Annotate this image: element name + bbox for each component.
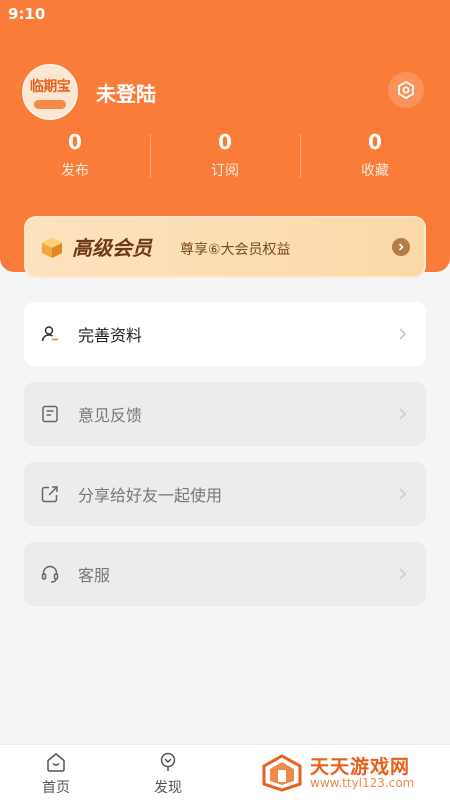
avatar[interactable]: 临期宝 bbox=[22, 64, 78, 120]
menu-item-support[interactable]: 客服 bbox=[24, 542, 426, 606]
watermark-url: www.ttyl123.com bbox=[310, 776, 415, 790]
share-icon bbox=[40, 484, 60, 504]
status-time: 9:10 bbox=[8, 5, 46, 23]
menu-label: 客服 bbox=[78, 566, 111, 585]
stat-favorite-value: 0 bbox=[368, 130, 382, 154]
menu-item-feedback[interactable]: 意见反馈 bbox=[24, 382, 426, 446]
settings-button[interactable] bbox=[388, 72, 424, 108]
chevron-right-icon bbox=[399, 328, 407, 340]
vip-card[interactable]: 高级会员 尊享⑥大会员权益 bbox=[24, 216, 426, 278]
chevron-right-icon bbox=[398, 243, 404, 251]
vip-crown-icon bbox=[42, 238, 62, 258]
stat-favorite-label: 收藏 bbox=[361, 163, 389, 179]
vip-arrow-icon[interactable] bbox=[392, 238, 410, 256]
settings-hex-icon bbox=[398, 80, 414, 100]
chevron-right-icon bbox=[399, 408, 407, 420]
stat-publish-value: 0 bbox=[68, 130, 82, 154]
chevron-right-icon bbox=[399, 488, 407, 500]
vip-desc: 尊享⑥大会员权益 bbox=[180, 242, 291, 258]
watermark-title: 天天游戏网 bbox=[310, 756, 411, 778]
avatar-text: 临期宝 bbox=[29, 79, 71, 95]
stat-favorite[interactable]: 0 收藏 bbox=[300, 130, 450, 180]
home-icon bbox=[26, 751, 86, 773]
menu-label: 意见反馈 bbox=[78, 406, 143, 425]
tab-label: 首页 bbox=[42, 780, 70, 796]
menu-label: 完善资料 bbox=[78, 326, 143, 345]
user-edit-icon bbox=[40, 324, 60, 344]
menu-item-share[interactable]: 分享给好友一起使用 bbox=[24, 462, 426, 526]
tab-home[interactable]: 首页 bbox=[26, 751, 86, 797]
feedback-icon bbox=[40, 404, 60, 424]
stat-divider bbox=[150, 134, 151, 178]
headset-icon bbox=[40, 564, 60, 584]
tab-label: 发现 bbox=[154, 780, 182, 796]
stat-publish[interactable]: 0 发布 bbox=[0, 130, 150, 180]
username[interactable]: 未登陆 bbox=[96, 78, 156, 107]
vip-title: 高级会员 bbox=[72, 236, 152, 260]
tab-discover[interactable]: 发现 bbox=[138, 751, 198, 797]
stat-publish-label: 发布 bbox=[61, 163, 89, 179]
stat-subscribe-value: 0 bbox=[218, 130, 232, 154]
menu-label: 分享给好友一起使用 bbox=[78, 486, 223, 505]
avatar-badge bbox=[34, 100, 66, 109]
stats-row: 0 发布 0 订阅 0 收藏 bbox=[0, 130, 450, 186]
stat-subscribe-label: 订阅 bbox=[211, 163, 239, 179]
stat-divider bbox=[300, 134, 301, 178]
watermark-logo-icon bbox=[262, 754, 302, 792]
discover-icon bbox=[138, 751, 198, 773]
watermark: 天天游戏网 www.ttyl123.com bbox=[262, 752, 442, 794]
menu-item-profile[interactable]: 完善资料 bbox=[24, 302, 426, 366]
chevron-right-icon bbox=[399, 568, 407, 580]
stat-subscribe[interactable]: 0 订阅 bbox=[150, 130, 300, 180]
